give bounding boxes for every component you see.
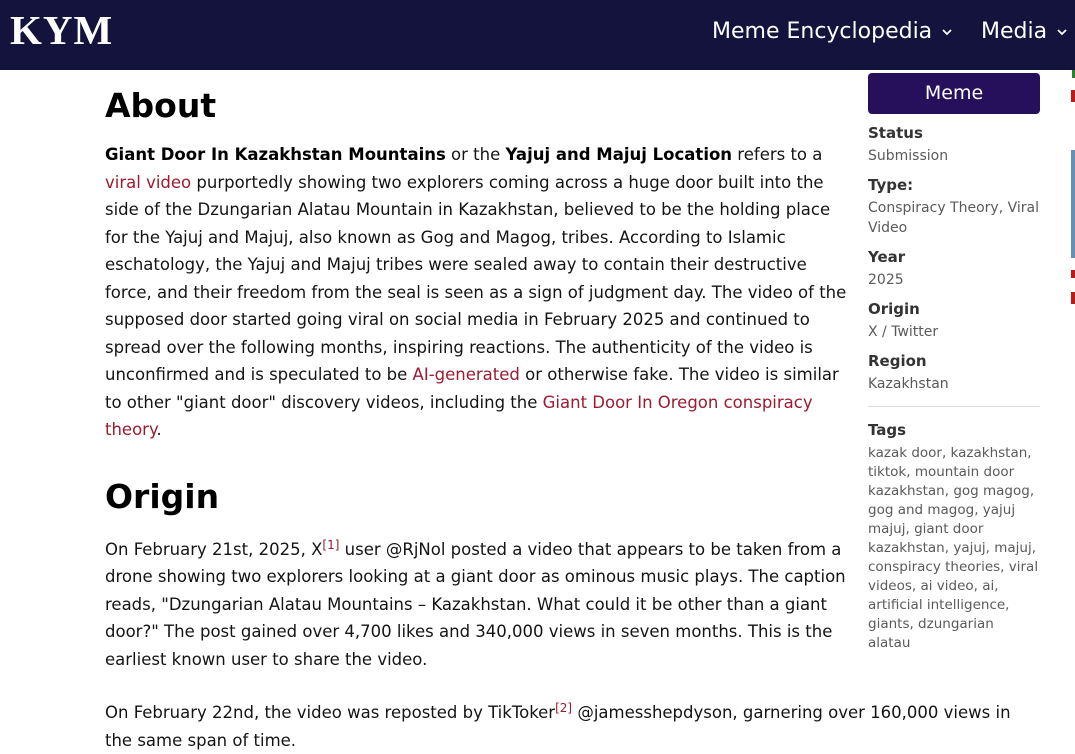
field-value[interactable]: Submission [868, 146, 1040, 166]
field-label: Year [868, 248, 906, 266]
field-value[interactable]: Kazakhstan [868, 374, 1040, 394]
site-logo[interactable]: KYM [10, 8, 113, 52]
origin-heading: Origin [105, 476, 220, 516]
field-origin: Origin X / Twitter [868, 300, 1040, 342]
alt-title-bold: Yajuj and Majuj Location [505, 145, 733, 164]
edge-partial-element [1071, 270, 1075, 278]
field-type: Type: Conspiracy Theory, Viral Video [868, 176, 1040, 238]
nav-meme-encyclopedia[interactable]: Meme Encyclopedia [712, 18, 954, 46]
nav-media[interactable]: Media [981, 18, 1069, 46]
text-span: On February 22nd, the video was reposted… [105, 703, 556, 722]
field-year: Year 2025 [868, 248, 1040, 290]
field-label: Type: [868, 176, 914, 194]
tags-label: Tags [868, 421, 907, 439]
nav-label: Meme Encyclopedia [712, 19, 933, 44]
link-viral-video[interactable]: viral video [105, 173, 191, 192]
entry-title-bold: Giant Door In Kazakhstan Mountains [105, 145, 446, 164]
text-span: refers to a [732, 145, 823, 164]
field-value[interactable]: X / Twitter [868, 322, 1040, 342]
edge-partial-element [1071, 90, 1075, 102]
chevron-down-icon [1057, 29, 1067, 36]
reference-link-1[interactable]: [1] [322, 538, 339, 552]
entry-sidebar: Meme Status Submission Type: Conspiracy … [868, 73, 1040, 653]
nav-label: Media [981, 19, 1048, 44]
chevron-down-icon [942, 29, 952, 36]
field-region: Region Kazakhstan [868, 352, 1040, 394]
edge-partial-element [1071, 292, 1075, 304]
field-status: Status Submission [868, 124, 1040, 166]
sidebar-divider [868, 406, 1040, 407]
field-value[interactable]: 2025 [868, 270, 1040, 290]
link-ai-generated[interactable]: AI-generated [413, 365, 520, 384]
about-heading: About [105, 86, 217, 125]
text-span: On February 21st, 2025, X [105, 539, 323, 559]
field-label: Region [868, 352, 927, 370]
field-value[interactable]: Conspiracy Theory, Viral Video [868, 198, 1040, 238]
origin-paragraph-1: On February 21st, 2025, X[1] user @RjNol… [105, 536, 855, 674]
article-body: About Giant Door In Kazakhstan Mountains… [105, 78, 1011, 754]
category-meme-button[interactable]: Meme [868, 73, 1040, 114]
about-paragraph: Giant Door In Kazakhstan Mountains or th… [105, 141, 855, 444]
tags-list[interactable]: kazak door, kazakhstan, tiktok, mountain… [868, 444, 1040, 653]
edge-partial-image [1071, 150, 1075, 258]
field-label: Status [868, 124, 923, 142]
field-label: Origin [868, 300, 920, 318]
reference-link-2[interactable]: [2] [555, 701, 572, 715]
text-span: purportedly showing two explorers coming… [105, 172, 847, 385]
text-span: . [156, 420, 162, 439]
site-header: KYM Meme Encyclopedia Media [0, 0, 1075, 70]
origin-paragraph-2: On February 22nd, the video was reposted… [105, 699, 1015, 754]
text-span: or the [445, 145, 506, 164]
